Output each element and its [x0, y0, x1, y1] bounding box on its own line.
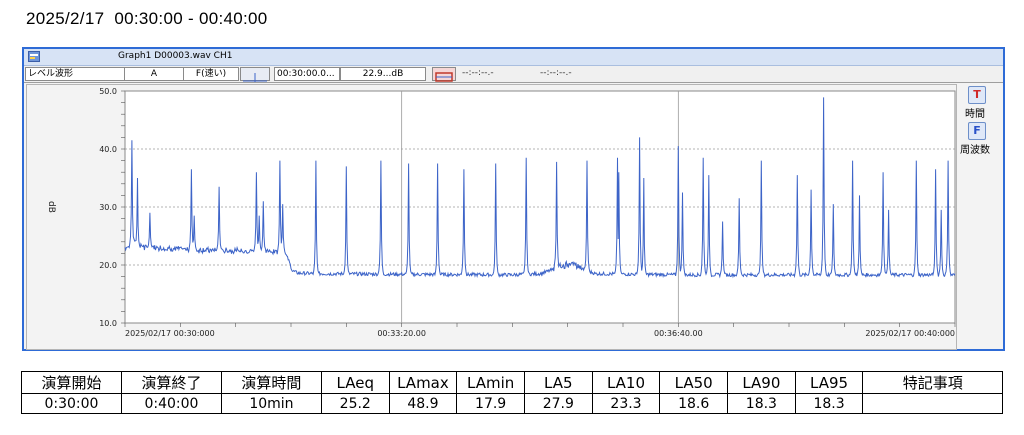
side-panel: T 時間 F 周波数: [959, 84, 1003, 348]
cursor-time-field[interactable]: 00:30:00.0...: [274, 67, 340, 81]
stats-header-cell: 特記事項: [862, 371, 1003, 394]
y-tick-label: 40.0: [99, 145, 117, 154]
weighting-select[interactable]: A: [124, 67, 184, 81]
delta-value-field: --:--:--.-: [540, 68, 572, 78]
stats-table: 演算開始 演算終了 演算時間 LAeq LAmax LAmin LA5 LA10 LA50 LA9…: [21, 371, 1003, 414]
stats-header-cell: 演算開始: [21, 371, 122, 394]
time-button[interactable]: T: [968, 86, 986, 104]
cursor-mode-button[interactable]: [240, 67, 270, 82]
stats-header-row: 演算開始 演算終了 演算時間 LAeq LAmax LAmin LA5 LA10 LA50 LA9…: [21, 371, 1003, 394]
frequency-button[interactable]: F: [968, 122, 986, 140]
stats-value-cell: 48.9: [388, 393, 458, 414]
x-tick-label: 00:36:40.00: [654, 329, 703, 338]
stats-header-cell: LA90: [727, 371, 796, 394]
stats-value-cell: [862, 393, 1003, 414]
stats-value-cell: 0:40:00: [120, 393, 222, 414]
frequency-label: 周波数: [960, 145, 990, 156]
x-tick-label: 00:33:20.00: [377, 329, 426, 338]
stats-header-cell: LAeq: [320, 371, 390, 394]
stats-value-cell: 27.9: [523, 393, 593, 414]
stats-header-cell: LA5: [523, 371, 593, 394]
stats-value-cell: 18.6: [659, 393, 729, 414]
y-tick-label: 50.0: [99, 87, 117, 96]
stats-header-cell: LA95: [794, 371, 864, 394]
graph-toolbar: レベル波形 A F(速い) 00:30:00.0... 22.9...dB --…: [24, 66, 1003, 83]
y-axis-label: dB: [46, 201, 56, 213]
stats-value-cell: 23.3: [591, 393, 661, 414]
delta-icon: [435, 72, 453, 82]
y-tick-label: 20.0: [99, 261, 117, 270]
graph-window: Graph1 D00003.wav CH1 レベル波形 A F(速い) 00:3…: [22, 47, 1005, 351]
time-label: 時間: [965, 109, 985, 120]
stats-value-cell: 18.3: [727, 393, 796, 414]
y-tick-label: 30.0: [99, 203, 117, 212]
level-waveform-chart[interactable]: 10.0 20.0 30.0 40.0 50.0 2025/02/17 00:30:000…: [27, 85, 956, 349]
stats-value-cell: 18.3: [794, 393, 864, 414]
stats-header-cell: LA50: [659, 371, 729, 394]
stats-value-cell: 10min: [220, 393, 322, 414]
window-title: Graph1 D00003.wav CH1: [118, 51, 233, 61]
window-titlebar[interactable]: Graph1 D00003.wav CH1: [24, 49, 1003, 66]
stats-header-cell: LAmin: [456, 371, 525, 394]
delta-mode-button[interactable]: [432, 67, 456, 82]
stats-value-cell: 0:30:00: [21, 393, 122, 414]
y-tick-label: 10.0: [99, 319, 117, 328]
time-weighting-select[interactable]: F(速い): [183, 67, 239, 81]
page-title: 2025/2/17 00:30:00 - 00:40:00: [26, 9, 268, 28]
stats-value-cell: 25.2: [320, 393, 390, 414]
delta-time-field: --:--:--.-: [462, 68, 494, 78]
stats-header-cell: 演算時間: [220, 371, 322, 394]
mode-select[interactable]: レベル波形: [25, 67, 125, 81]
cursor-value-field[interactable]: 22.9...dB: [340, 67, 426, 81]
stats-header-cell: LA10: [591, 371, 661, 394]
stats-value-row: 0:30:00 0:40:00 10min 25.2 48.9 17.9 27.9 23.3 1…: [21, 393, 1003, 414]
plot-panel[interactable]: 10.0 20.0 30.0 40.0 50.0 2025/02/17 00:30:000…: [26, 84, 957, 350]
x-tick-label: 2025/02/17 00:40:000: [865, 329, 955, 338]
x-tick-label: 2025/02/17 00:30:000: [125, 329, 215, 338]
cursor-icon: [243, 73, 267, 82]
stats-header-cell: LAmax: [388, 371, 458, 394]
stats-value-cell: 17.9: [456, 393, 525, 414]
stats-header-cell: 演算終了: [120, 371, 222, 394]
app-icon[interactable]: [28, 51, 40, 62]
